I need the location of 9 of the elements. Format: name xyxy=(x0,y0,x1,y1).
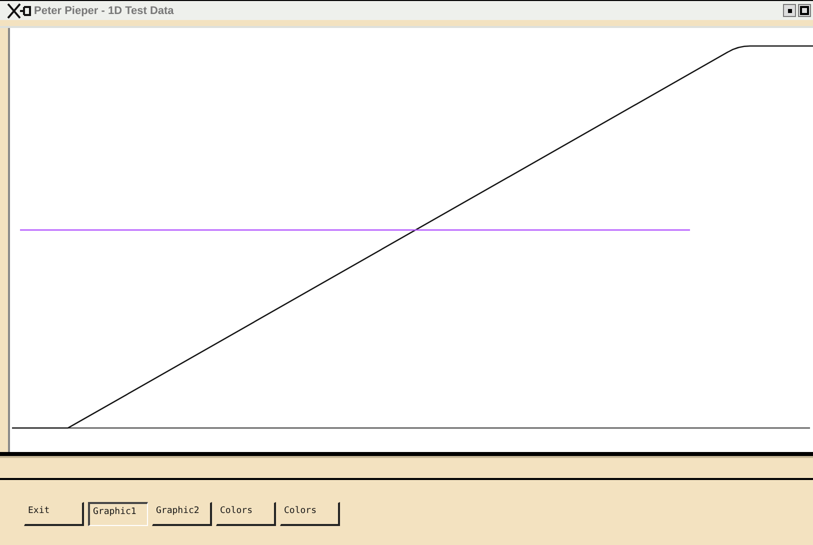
minimize-button[interactable] xyxy=(783,4,796,17)
window-title: Peter Pieper - 1D Test Data xyxy=(34,4,174,16)
toolbar-button[interactable]: Exit xyxy=(24,502,84,526)
toolbar-button[interactable]: Graphic2 xyxy=(152,502,212,526)
maximize-button[interactable] xyxy=(798,4,811,17)
toolbar-button[interactable]: Colors xyxy=(216,502,276,526)
toolbar-button[interactable]: Graphic1 xyxy=(88,502,148,526)
x-logo-icon xyxy=(6,2,32,18)
toolbar-button[interactable]: Colors xyxy=(280,502,340,526)
